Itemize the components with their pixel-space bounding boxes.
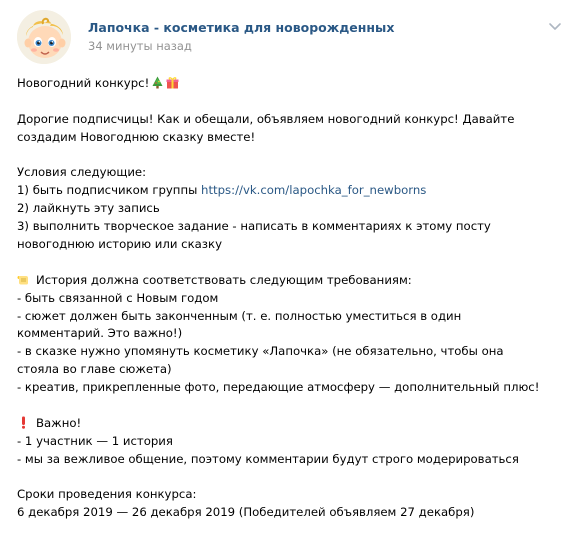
requirements-title-line: История должна соответствовать следующим… [17, 272, 572, 290]
intro-line-1: Дорогие подписчицы! Как и обещали, объяв… [17, 111, 515, 126]
condition-1: 1) быть подписчиком группы https://vk.co… [17, 182, 572, 200]
requirement-3-line-2: стояла во главе сюжета) [17, 362, 172, 377]
requirements-title: История должна соответствовать следующим… [36, 272, 412, 287]
scroll-icon [17, 273, 30, 286]
important-title: Важно! [36, 415, 82, 430]
wall-post: Лапочка - косметика для новорожденных 34… [0, 0, 575, 559]
exclamation-icon [17, 416, 30, 429]
post-title: Новогодний конкурс! [17, 76, 150, 90]
gift-icon [166, 76, 179, 89]
group-avatar[interactable] [17, 10, 71, 64]
baby-avatar-icon [17, 10, 71, 64]
requirement-1: - быть связанной с Новым годом [17, 290, 219, 305]
requirement-2-line-2: комментарий. Это важно!) [17, 326, 183, 341]
important-1: - 1 участник — 1 история [17, 433, 173, 448]
requirement-3-line-1: - в сказке нужно упомянуть косметику «Ла… [17, 344, 504, 359]
post-menu-chevron-icon[interactable] [545, 16, 565, 36]
dates-text: 6 декабря 2019 — 26 декабря 2019 (Победи… [17, 505, 475, 520]
post-timestamp[interactable]: 34 минуты назад [88, 39, 192, 53]
post-author-name[interactable]: Лапочка - косметика для новорожденных [88, 20, 394, 35]
requirement-4: - креатив, прикрепленные фото, передающи… [17, 380, 540, 395]
condition-1-text: 1) быть подписчиком группы [17, 183, 202, 198]
dates-title: Сроки проведения конкурса: [17, 487, 197, 502]
post-text: Новогодний конкурс! Дорогие подписчицы! … [17, 75, 572, 522]
requirement-2-line-1: - сюжет должен быть законченным (т. е. п… [17, 308, 462, 323]
conditions-title: Условия следующие: [17, 165, 147, 180]
important-2: - мы за вежливое общение, поэтому коммен… [17, 451, 519, 466]
important-title-line: Важно! [17, 415, 572, 433]
group-link[interactable]: https://vk.com/lapochka_for_newborns [201, 183, 426, 197]
condition-3-line-1: 3) выполнить творческое задание - написа… [17, 219, 491, 234]
christmas-tree-icon [151, 76, 164, 89]
condition-2: 2) лайкнуть эту запись [17, 201, 160, 216]
post-title-line: Новогодний конкурс! [17, 75, 572, 93]
intro-line-2: создадим Новогоднюю сказку вместе! [17, 129, 256, 144]
condition-3-line-2: новогоднюю историю или сказку [17, 237, 222, 252]
